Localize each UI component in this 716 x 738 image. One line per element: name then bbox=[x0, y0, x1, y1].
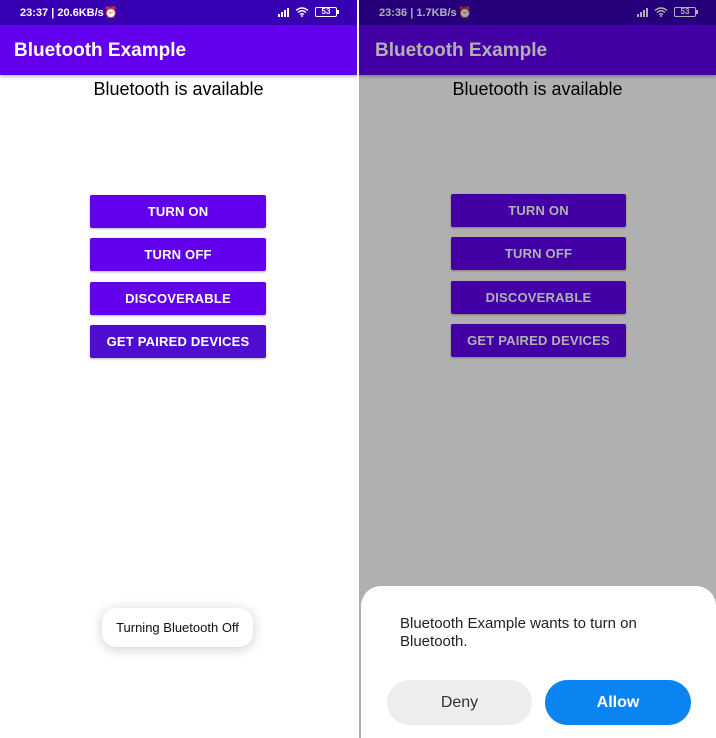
status-icons: 53 bbox=[278, 7, 339, 17]
app-title: Bluetooth Example bbox=[14, 40, 187, 61]
status-bar: 23:37 | 20.6KB/s ⏰ 53 bbox=[0, 0, 357, 25]
app-bar: Bluetooth Example bbox=[0, 25, 357, 75]
alarm-icon: ⏰ bbox=[104, 7, 118, 19]
discoverable-button[interactable]: DISCOVERABLE bbox=[90, 282, 266, 315]
status-time-speed: 23:37 | 20.6KB/s bbox=[20, 7, 104, 19]
bluetooth-permission-dialog: Bluetooth Example wants to turn on Bluet… bbox=[361, 586, 716, 738]
battery-icon: 53 bbox=[315, 7, 339, 17]
wifi-icon bbox=[295, 7, 309, 17]
allow-button[interactable]: Allow bbox=[545, 680, 691, 725]
toast-message: Turning Bluetooth Off bbox=[102, 608, 253, 647]
get-paired-devices-button[interactable]: GET PAIRED DEVICES bbox=[90, 325, 266, 358]
turn-off-button[interactable]: TURN OFF bbox=[90, 238, 266, 271]
dialog-message: Bluetooth Example wants to turn on Bluet… bbox=[400, 615, 637, 650]
right-screen: 23:36 | 1.7KB/s ⏰ 53 Bluetooth Example B… bbox=[359, 0, 716, 738]
left-screen: 23:37 | 20.6KB/s ⏰ 53 Bluetooth Example … bbox=[0, 0, 357, 738]
signal-icon bbox=[278, 7, 289, 17]
deny-button[interactable]: Deny bbox=[387, 680, 532, 725]
turn-on-button[interactable]: TURN ON bbox=[90, 195, 266, 228]
bluetooth-status-text: Bluetooth is available bbox=[93, 79, 264, 99]
